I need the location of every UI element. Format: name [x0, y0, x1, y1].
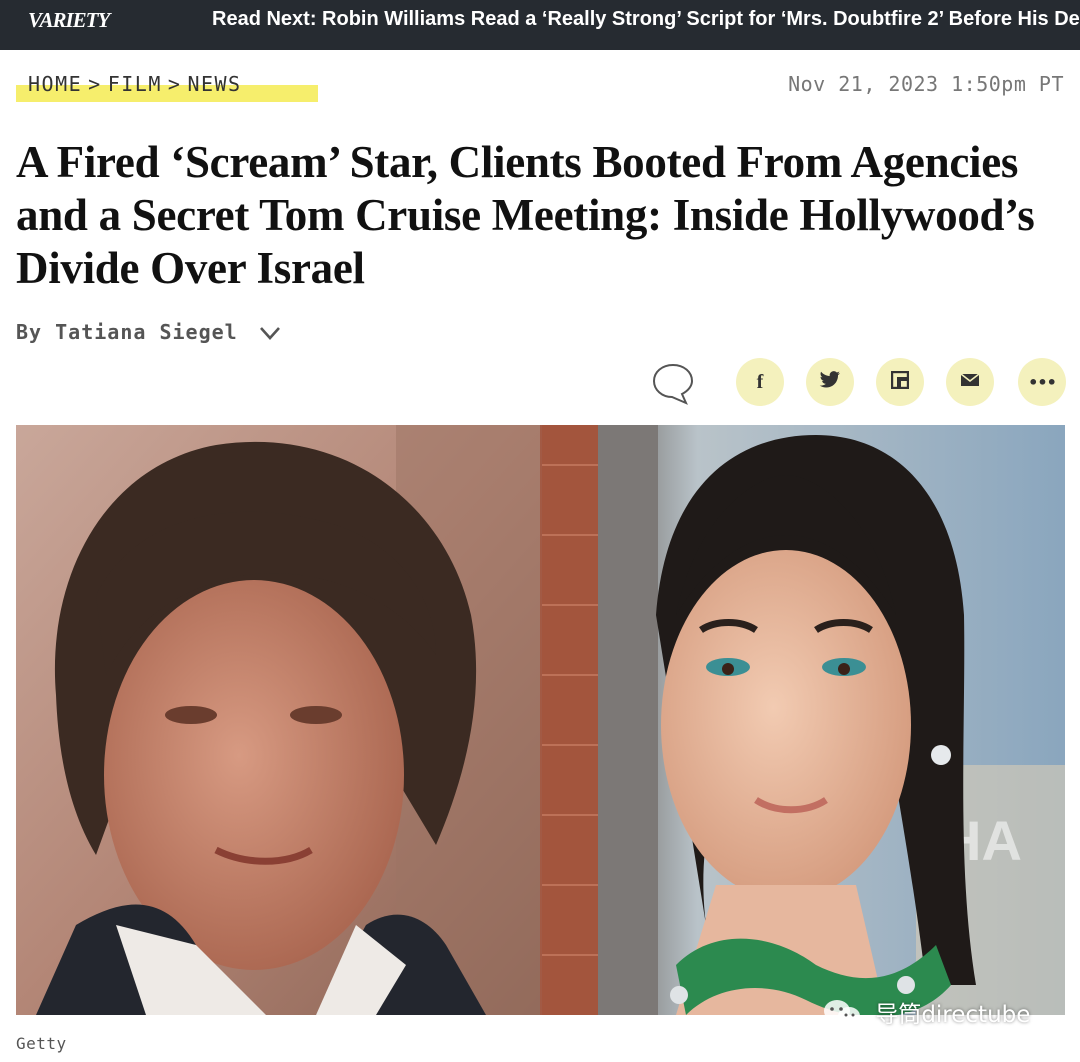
more-icon: ••• [1028, 372, 1057, 392]
article-headline: A Fired ‘Scream’ Star, Clients Booted Fr… [16, 137, 1035, 293]
watermark-text: 导筒directube [875, 1002, 1031, 1028]
variety-logo[interactable]: Variety [28, 8, 110, 33]
facebook-icon: f [756, 370, 764, 393]
hero-image: HA [16, 425, 1065, 1015]
publish-date: Nov 21, 2023 1:50pm PT [788, 72, 1064, 96]
envelope-icon [960, 372, 980, 392]
twitter-share-button[interactable] [806, 358, 854, 406]
flipboard-icon [890, 370, 910, 394]
breadcrumb-separator: > [88, 72, 102, 96]
read-next-link[interactable]: Read Next: Robin Williams Read a ‘Really… [212, 8, 1080, 31]
flipboard-share-button[interactable] [876, 358, 924, 406]
email-share-button[interactable] [946, 358, 994, 406]
breadcrumb-film[interactable]: FILM [108, 72, 162, 96]
comment-bubble-icon[interactable] [650, 360, 696, 406]
chevron-down-icon[interactable] [259, 322, 281, 346]
image-credit: Getty [16, 1034, 67, 1053]
facebook-share-button[interactable]: f [736, 358, 784, 406]
breadcrumb-items: HOME > FILM > NEWS [28, 72, 242, 96]
hero-photo-illustration: HA [16, 425, 1065, 1015]
author-name[interactable]: By Tatiana Siegel [16, 320, 238, 344]
top-bar: Variety Read Next: Robin Williams Read a… [0, 0, 1080, 50]
watermark: 导筒directube [822, 995, 1030, 1034]
breadcrumb-news[interactable]: NEWS [187, 72, 241, 96]
twitter-icon [819, 370, 841, 394]
byline[interactable]: By Tatiana Siegel [16, 320, 281, 346]
wechat-icon [822, 998, 862, 1034]
breadcrumb-home[interactable]: HOME [28, 72, 82, 96]
breadcrumb-separator: > [167, 72, 182, 96]
more-share-button[interactable]: ••• [1018, 358, 1066, 406]
breadcrumb: HOME > FILM > NEWS [16, 72, 318, 104]
